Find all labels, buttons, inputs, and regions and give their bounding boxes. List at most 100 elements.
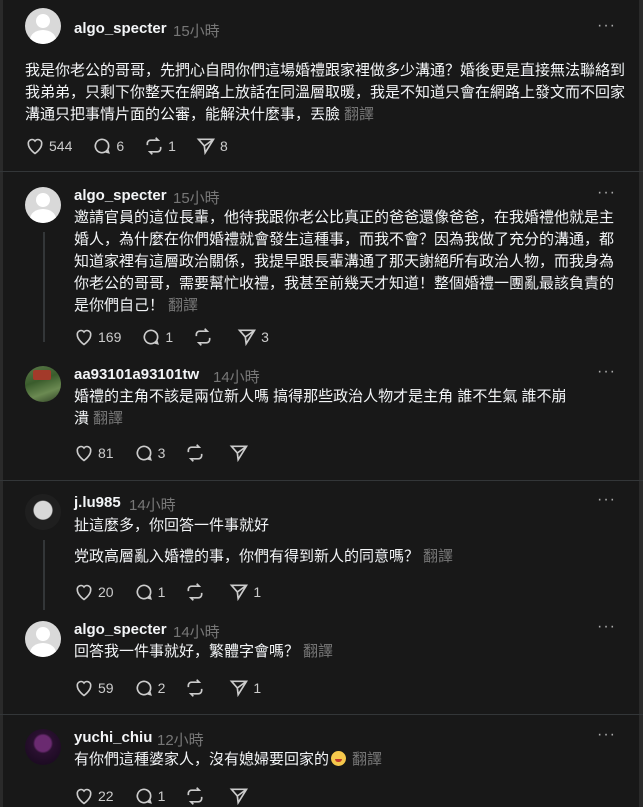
avatar[interactable] (25, 187, 61, 223)
timestamp[interactable]: 14小時 (129, 494, 176, 515)
reply-button[interactable]: 1 (134, 786, 165, 806)
reply-button[interactable]: 2 (134, 678, 165, 698)
post-text-second-paragraph: 党政高層亂入婚禮的事，你們有得到新人的同意嗎？ 翻譯 (74, 546, 614, 568)
reply-count: 1 (157, 584, 166, 600)
share-button[interactable] (229, 443, 253, 463)
like-count: 22 (98, 788, 114, 804)
reply-count: 6 (116, 138, 125, 154)
repost-icon (187, 679, 203, 697)
more-options-icon[interactable]: ··· (597, 184, 616, 202)
repost-button[interactable] (185, 443, 209, 463)
share-button[interactable] (229, 786, 253, 806)
post-body: 有你們這種婆家人，沒有媳婦要回家的 (74, 751, 330, 768)
more-options-icon[interactable]: ··· (597, 726, 616, 744)
post-body-2: 党政高層亂入婚禮的事，你們有得到新人的同意嗎？ (74, 548, 420, 565)
repost-button[interactable] (185, 678, 209, 698)
thread-line (43, 232, 45, 342)
share-count: 3 (261, 329, 269, 345)
username[interactable]: j.lu985 (74, 494, 121, 511)
translate-link[interactable]: 翻譯 (344, 106, 374, 123)
post-text: 我是你老公的哥哥，先捫心自問你們這場婚禮跟家裡做多少溝通？婚後更是直接無法聯絡到… (25, 60, 625, 126)
like-button[interactable]: 22 (74, 786, 114, 806)
username[interactable]: yuchi_chiu (74, 729, 152, 746)
avatar[interactable] (25, 729, 61, 765)
heart-icon (76, 329, 92, 346)
username[interactable]: algo_specter (74, 187, 167, 204)
reply-button[interactable]: 1 (141, 327, 173, 347)
reply-button[interactable]: 1 (134, 582, 166, 602)
post-body: 婚禮的主角不該是兩位新人嗎 搞得那些政治人物才是主角 誰不生氣 誰不崩潰 (74, 388, 567, 427)
repost-icon (187, 787, 203, 805)
translate-link[interactable]: 翻譯 (303, 643, 333, 660)
repost-button[interactable] (193, 327, 217, 347)
post-text: 回答我一件事就好，繁體字會嗎？ 翻譯 (74, 641, 614, 663)
post-text: 婚禮的主角不該是兩位新人嗎 搞得那些政治人物才是主角 誰不生氣 誰不崩潰 翻譯 (74, 386, 574, 430)
post-body: 我是你老公的哥哥，先捫心自問你們這場婚禮跟家裡做多少溝通？婚後更是直接無法聯絡到… (25, 62, 626, 123)
avatar[interactable] (25, 8, 61, 44)
action-bar: 20 1 1 (74, 582, 281, 602)
repost-icon (187, 444, 203, 462)
comment-icon (143, 329, 160, 345)
like-button[interactable]: 20 (74, 582, 114, 602)
avatar[interactable] (25, 621, 61, 657)
username[interactable]: algo_specter (74, 621, 167, 638)
share-button[interactable]: 3 (237, 327, 269, 347)
comment-icon (136, 584, 152, 600)
timestamp[interactable]: 15小時 (173, 187, 220, 208)
share-button[interactable]: 8 (196, 136, 228, 156)
repost-icon (195, 328, 211, 346)
action-bar: 544 6 1 8 (25, 136, 248, 156)
action-bar: 81 3 (74, 443, 273, 463)
like-button[interactable]: 81 (74, 443, 114, 463)
repost-button[interactable] (185, 582, 209, 602)
share-button[interactable]: 1 (229, 678, 261, 698)
post-text: 邀請官員的這位長輩，他待我跟你老公比真正的爸爸還像爸爸，在我婚禮他就是主婚人，為… (74, 207, 624, 317)
username[interactable]: aa93101a93101tw (74, 366, 199, 383)
repost-button[interactable] (185, 786, 209, 806)
send-icon (230, 584, 249, 602)
timestamp[interactable]: 14小時 (173, 621, 220, 642)
thread-line (43, 540, 45, 610)
repost-button[interactable]: 1 (144, 136, 176, 156)
action-bar: 169 1 3 (74, 327, 289, 347)
translate-link[interactable]: 翻譯 (168, 297, 198, 314)
timestamp[interactable]: 14小時 (213, 366, 260, 387)
reply-button[interactable]: 6 (92, 136, 124, 156)
grinning-face-icon (331, 751, 347, 766)
share-button[interactable]: 1 (229, 582, 261, 602)
share-count: 1 (253, 584, 262, 600)
reply-button[interactable]: 3 (134, 443, 166, 463)
share-count: 1 (253, 680, 262, 696)
timestamp[interactable]: 12小時 (157, 729, 204, 750)
reply-count: 3 (157, 445, 166, 461)
comment-icon (136, 680, 152, 696)
comment-icon (94, 138, 111, 154)
more-options-icon[interactable]: ··· (597, 491, 616, 509)
translate-link[interactable]: 翻譯 (423, 548, 453, 565)
like-button[interactable]: 544 (25, 136, 72, 156)
repost-icon (146, 137, 162, 155)
send-icon (237, 329, 257, 347)
like-button[interactable]: 59 (74, 678, 114, 698)
heart-icon (76, 680, 92, 697)
heart-icon (76, 584, 92, 601)
post-body: 回答我一件事就好，繁體字會嗎？ (74, 643, 300, 660)
avatar[interactable] (25, 494, 61, 530)
more-options-icon[interactable]: ··· (597, 618, 616, 636)
more-options-icon[interactable]: ··· (597, 363, 616, 381)
translate-link[interactable]: 翻譯 (93, 410, 123, 427)
avatar[interactable] (25, 366, 61, 402)
divider (0, 480, 643, 481)
like-button[interactable]: 169 (74, 327, 121, 347)
translate-link[interactable]: 翻譯 (352, 751, 382, 768)
timestamp[interactable]: 15小時 (173, 20, 220, 41)
send-icon (230, 445, 249, 463)
repost-icon (187, 583, 203, 601)
post-text: 有你們這種婆家人，沒有媳婦要回家的 翻譯 (74, 749, 614, 771)
username[interactable]: algo_specter (74, 20, 167, 37)
reply-count: 1 (165, 329, 174, 345)
like-count: 81 (98, 445, 114, 461)
like-count: 169 (98, 329, 122, 345)
like-count: 20 (98, 584, 114, 600)
more-options-icon[interactable]: ··· (597, 17, 616, 35)
